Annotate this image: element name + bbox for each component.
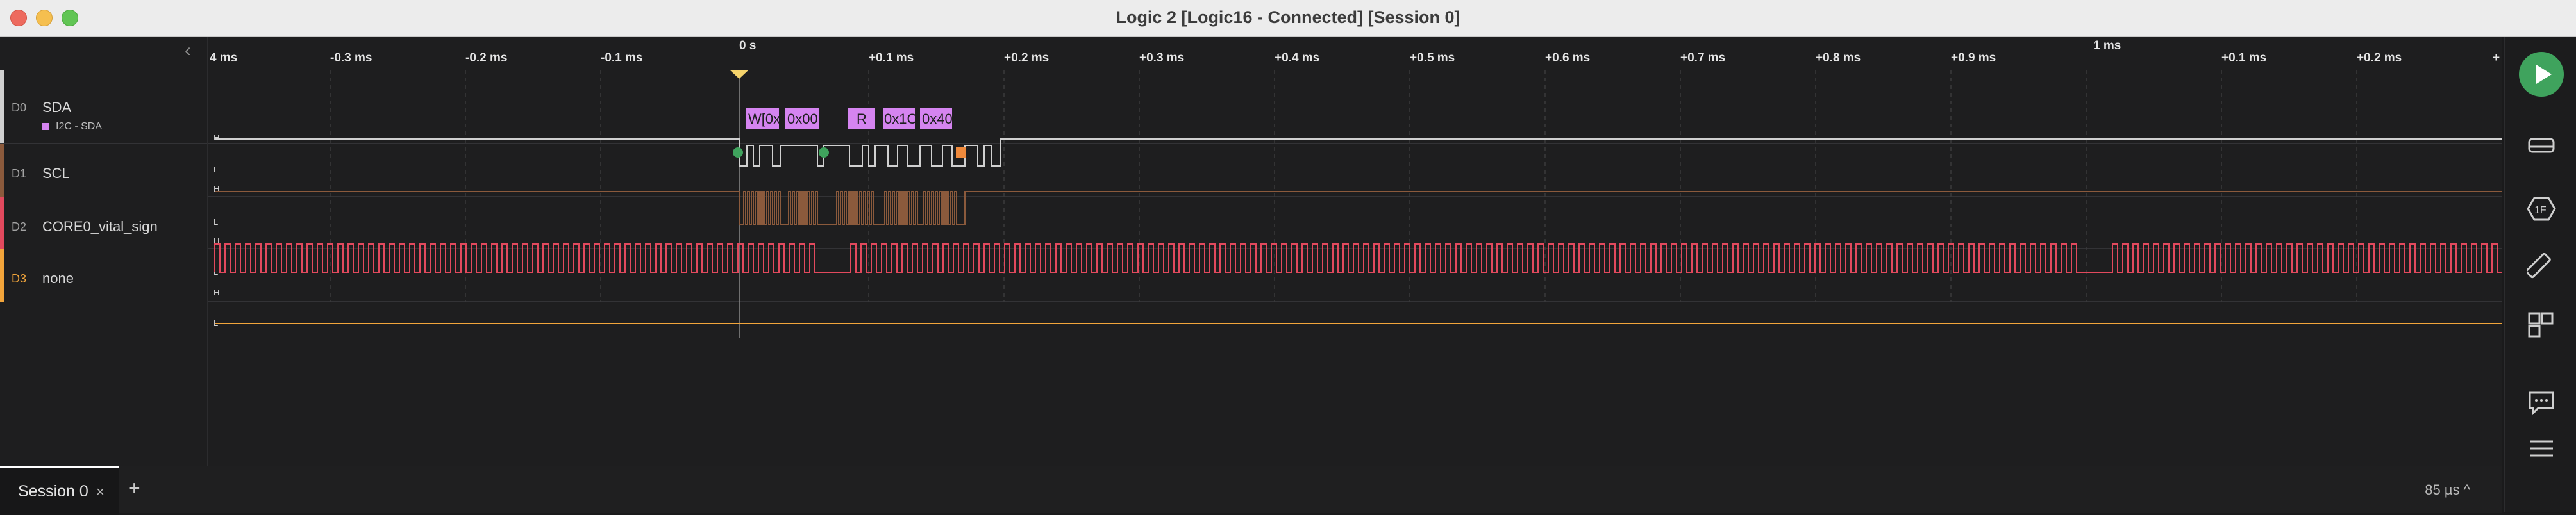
menu-icon[interactable] — [2527, 434, 2556, 463]
tick-label: +0.1 ms — [869, 51, 914, 65]
channel-id: D3 — [12, 272, 27, 285]
i2c-frame-label: W[0x — [748, 111, 780, 127]
tick-label: + — [2493, 51, 2500, 65]
tick-label: +0.2 ms — [1004, 51, 1050, 65]
tick-label: +0.1 ms — [2221, 51, 2267, 65]
channel-name[interactable]: CORE0_vital_sign — [42, 218, 158, 235]
i2c-stop-marker — [956, 147, 966, 158]
tab-label: Session 0 — [18, 482, 88, 500]
i2c-frame-label: 0x00 — [787, 111, 818, 127]
channel-color-tag — [0, 197, 4, 249]
tick-label: +0.8 ms — [1816, 51, 1861, 65]
i2c-frame-label: R — [857, 111, 867, 127]
channel-row-sda[interactable]: D0 SDA I2C - SDA — [0, 70, 207, 144]
measure-icon[interactable] — [2527, 253, 2556, 282]
tick-label: -0.2 ms — [465, 51, 508, 65]
bottom-bar: Session 0 × + 85 µs ^ — [0, 466, 2502, 515]
window-title: Logic 2 [Logic16 - Connected] [Session 0… — [1116, 8, 1460, 27]
channel-name[interactable]: none — [42, 270, 74, 287]
channel-id: D2 — [12, 220, 27, 233]
channel-color-tag — [0, 144, 4, 197]
hardware-icon[interactable] — [2527, 131, 2556, 161]
tick-label: +0.3 ms — [1139, 51, 1185, 65]
add-tab-button[interactable]: + — [128, 477, 140, 500]
tick-label: +0.7 ms — [1680, 51, 1726, 65]
tick-label: -0.1 ms — [601, 51, 643, 65]
channel-list: ‹ D0 SDA I2C - SDA D1 SCL D2 CORE0_vital… — [0, 37, 208, 466]
channel-id: D0 — [12, 101, 27, 114]
channel-id: D1 — [12, 167, 27, 180]
svg-text:H: H — [213, 288, 219, 297]
close-tab-icon[interactable]: × — [96, 484, 105, 500]
i2c-frame-label: 0x40 — [922, 111, 953, 127]
protocol-icon[interactable]: 1F — [2527, 194, 2556, 224]
collapse-panel-icon[interactable]: ‹ — [185, 41, 200, 60]
tab-session-0[interactable]: Session 0 × — [0, 466, 119, 515]
main-area: ‹ D0 SDA I2C - SDA D1 SCL D2 CORE0_vital… — [0, 37, 2502, 496]
channel-row-scl[interactable]: D1 SCL — [0, 144, 207, 197]
i2c-frame-label: 0x1C — [884, 111, 917, 127]
channel-row-core0[interactable]: D2 CORE0_vital_sign — [0, 197, 207, 249]
waveform-area[interactable]: HL HL HL HL W[0x 0x00 R 0x1C 0x40 — [208, 69, 2502, 496]
i2c-frames: W[0x 0x00 R 0x1C 0x40 — [746, 108, 953, 129]
channel-name[interactable]: SCL — [42, 165, 70, 182]
right-sidebar: 1F — [2504, 37, 2576, 512]
tick-label: 0 s — [739, 39, 757, 53]
title-bar: Logic 2 [Logic16 - Connected] [Session 0… — [0, 0, 2576, 37]
tick-label: -0.3 ms — [330, 51, 372, 65]
tick-label: +0.5 ms — [1410, 51, 1455, 65]
comment-icon[interactable] — [2527, 388, 2556, 417]
tick-label: +0.4 ms — [1275, 51, 1320, 65]
i2c-start-marker — [819, 147, 829, 158]
play-icon[interactable] — [2519, 52, 2564, 97]
channel-row-none[interactable]: D3 none — [0, 249, 207, 302]
core0-waveform — [214, 243, 2502, 273]
analyzer-label: I2C - SDA — [42, 121, 102, 133]
analyzer-color-icon — [42, 123, 49, 131]
extensions-icon[interactable] — [2527, 309, 2556, 339]
channel-color-tag — [0, 70, 4, 143]
waveform-canvas[interactable]: HL HL HL HL W[0x 0x00 R 0x1C 0x40 — [208, 69, 2502, 496]
trigger-marker-icon — [729, 69, 749, 79]
svg-text:H: H — [213, 133, 219, 142]
channel-color-tag — [0, 249, 4, 302]
svg-text:1F: 1F — [2534, 205, 2547, 216]
svg-text:L: L — [213, 217, 218, 227]
tick-label: +0.9 ms — [1951, 51, 1996, 65]
channel-name[interactable]: SDA — [42, 99, 71, 116]
svg-text:L: L — [213, 165, 218, 174]
level-labels: HL HL HL HL — [213, 133, 219, 328]
zoom-level[interactable]: 85 µs ^ — [2425, 482, 2470, 498]
tick-label: 1 ms — [2093, 39, 2121, 53]
tick-label: 4 ms — [210, 51, 238, 65]
tick-label: +0.2 ms — [2357, 51, 2402, 65]
tick-label: +0.6 ms — [1545, 51, 1591, 65]
i2c-start-marker — [733, 147, 743, 158]
time-ruler[interactable]: 4 ms -0.3 ms -0.2 ms -0.1 ms 0 s +0.1 ms… — [208, 37, 2502, 70]
